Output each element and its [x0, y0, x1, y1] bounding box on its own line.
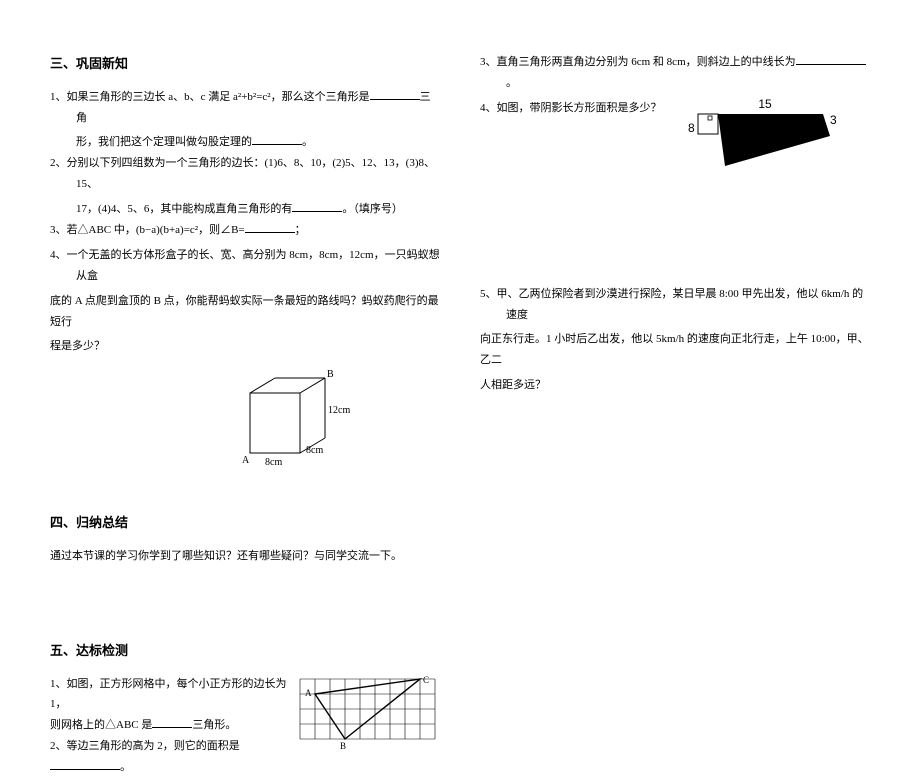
q2-line2: 17，(4)4、5、6，其中能构成直角三角形的有 [76, 203, 292, 215]
q1-blank1 [370, 88, 420, 100]
q5-2-tail: 。 [120, 761, 131, 773]
r-q5-l3: 人相距多远？ [480, 375, 870, 396]
shaded-figure: 15 8 3 [680, 98, 840, 184]
q1-line2-wrap: 形，我们把这个定理叫做勾股定理的 。 [50, 132, 440, 153]
grid-A: A [305, 688, 312, 698]
q2-line1: 2、分别以下列四组数为一个三角形的边长：(1)6、8、10，(2)5、12、13… [50, 153, 440, 195]
sh-top: 15 [758, 98, 772, 111]
r-q5-l1: 5、甲、乙两位探险者到沙漠进行探险，某日早晨 8:00 甲先出发，他以 6km/… [480, 284, 870, 326]
q1-text: 1、如果三角形的三边长 a、b、c 满足 a²+b²=c²，那么这个三角形是 [50, 91, 370, 103]
section-4-title: 四、归纳总结 [50, 511, 440, 536]
spacer [50, 567, 440, 627]
q2-line2-wrap: 17，(4)4、5、6，其中能构成直角三角形的有 。（填序号） [50, 199, 440, 220]
q2-blank [292, 200, 342, 212]
q4-line1: 4、一个无盖的长方体形盒子的长、宽、高分别为 8cm，8cm，12cm，一只蚂蚁… [50, 245, 440, 287]
r-q3-tail: 。 [506, 77, 517, 89]
q1-blank2 [252, 133, 302, 145]
label-12cm: 12cm [328, 405, 350, 416]
cuboid-svg: A B 8cm 8cm 12cm [230, 363, 350, 473]
spacer-r [480, 184, 870, 284]
q4-line2: 底的 A 点爬到盒顶的 B 点，你能帮蚂蚁实际一条最短的路线吗？蚂蚁药爬行的最短… [50, 291, 440, 333]
q2-tail: 。（填序号） [342, 203, 403, 215]
right-column: 3、直角三角形两直角边分别为 6cm 和 8cm，则斜边上的中线长为。 15 8… [480, 40, 870, 610]
q5-2: 2、等边三角形的高为 2，则它的面积是 [50, 740, 240, 752]
grid-B: B [340, 741, 346, 751]
q3-text: 3、若△ABC 中，(b−a)(b+a)=c²，则∠B= [50, 224, 245, 236]
r-q3: 3、直角三角形两直角边分别为 6cm 和 8cm，则斜边上的中线长为 [480, 56, 796, 68]
sh-right: 3 [830, 113, 837, 127]
q5-1b-tail: 三角形。 [192, 719, 236, 731]
r-q3-blank [796, 53, 866, 65]
q5-1-block: A B C 1、如图，正方形网格中，每个小正方形的边长为 1， 则网格上的△AB… [50, 674, 440, 778]
section-4-text: 通过本节课的学习你学到了哪些知识？还有哪些疑问？与同学交流一下。 [50, 546, 440, 567]
q3-blank [245, 221, 295, 233]
q5-1-blank [152, 716, 192, 728]
q3-wrap: 3、若△ABC 中，(b−a)(b+a)=c²，则∠B= ； [50, 220, 440, 241]
label-8cm-s: 8cm [306, 445, 323, 456]
label-B: B [327, 369, 334, 380]
q3-tail: ； [295, 224, 306, 236]
q1-line1: 1、如果三角形的三边长 a、b、c 满足 a²+b²=c²，那么这个三角形是三角 [50, 87, 440, 129]
section-5-title: 五、达标检测 [50, 639, 440, 664]
r-q5-l2: 向正东行走。1 小时后乙出发，他以 5km/h 的速度向正北行走，上午 10:0… [480, 329, 870, 371]
q1-period: 。 [302, 136, 313, 148]
r-q3-wrap: 3、直角三角形两直角边分别为 6cm 和 8cm，则斜边上的中线长为。 [480, 52, 870, 94]
box-figure: A B 8cm 8cm 12cm [230, 363, 440, 481]
shaded-svg: 15 8 3 [680, 98, 840, 176]
grid-svg: A B C [295, 674, 440, 754]
grid-figure: A B C [295, 674, 440, 762]
left-column: 三、巩固新知 1、如果三角形的三边长 a、b、c 满足 a²+b²=c²，那么这… [50, 40, 440, 610]
q5-2-blank [50, 758, 120, 770]
grid-C: C [423, 675, 429, 685]
r-q4-block: 15 8 3 4、如图，带阴影长方形面积是多少？ [480, 98, 870, 184]
section-3-title: 三、巩固新知 [50, 52, 440, 77]
sh-left: 8 [688, 121, 695, 135]
q1-line2: 形，我们把这个定理叫做勾股定理的 [76, 136, 252, 148]
label-8cm-b: 8cm [265, 457, 282, 468]
label-A: A [242, 455, 250, 466]
q5-1b: 则网格上的△ABC 是 [50, 719, 152, 731]
q4-line3: 程是多少？ [50, 336, 440, 357]
